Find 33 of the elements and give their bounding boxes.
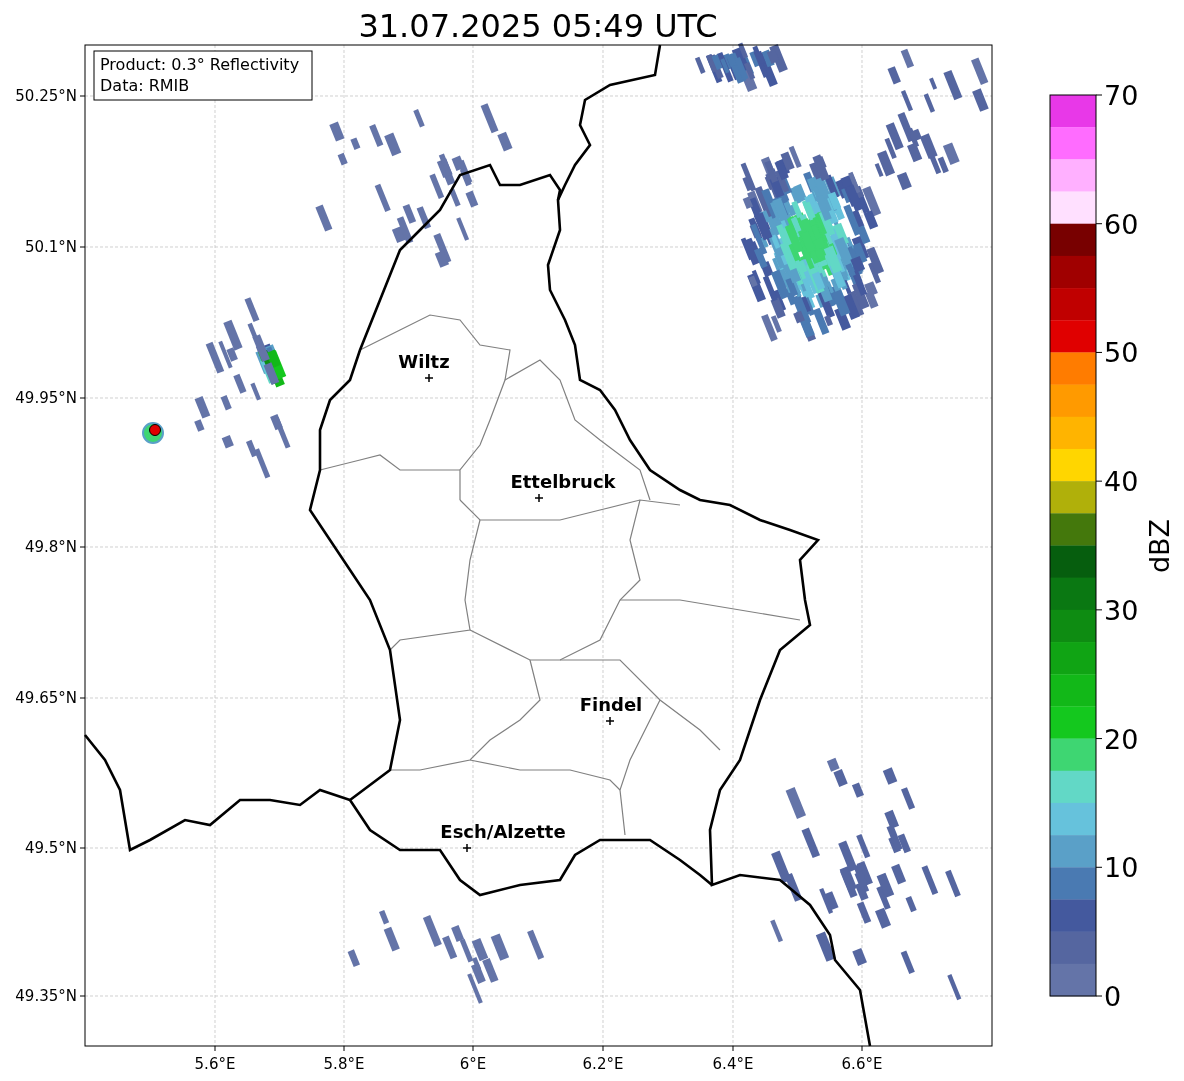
axis-tick-label: 49.35°N [15,987,77,1005]
city-label: Findel [579,694,643,715]
city-marker-icon [534,493,544,503]
colorbar-tick-label: 60 [1104,208,1139,240]
axis-tick-label: 49.95°N [15,389,77,407]
axis-tick-label: 5.6°E [194,1055,236,1073]
city-label: Wiltz [398,351,450,372]
colorbar-label: dBZ [1144,518,1175,574]
city-marker-icon [462,843,472,853]
city-marker-icon [605,716,615,726]
axis-tick-label: 6.6°E [841,1055,883,1073]
axis-tick-label: 49.65°N [15,689,77,707]
axis-tick-label: 6.2°E [582,1055,624,1073]
colorbar-tick-label: 50 [1104,337,1139,369]
axis-tick-label: 6°E [459,1055,487,1073]
axis-tick-label: 6.4°E [712,1055,754,1073]
city-label: Esch/Alzette [440,821,566,842]
city-label: Ettelbruck [510,471,616,492]
colorbar-tick-label: 40 [1104,466,1139,498]
legend-text: Product: 0.3° Reflectivity [100,55,300,74]
colorbar-tick-label: 70 [1104,80,1139,111]
colorbar-tick-label: 20 [1104,723,1139,755]
city-marker-icon [424,373,434,383]
colorbar-tick-label: 0 [1104,981,1122,1012]
plot-title: 31.07.2025 05:49 UTC [358,7,718,45]
axis-tick-label: 49.5°N [24,839,77,857]
axis-tick-label: 50.25°N [15,87,77,105]
colorbar-tick-label: 30 [1104,594,1139,626]
axis-tick-label: 49.8°N [24,538,77,556]
colorbar-tick-label: 10 [1104,852,1139,884]
axis-tick-label: 50.1°N [24,238,77,256]
axis-tick-label: 5.8°E [323,1055,365,1073]
legend-text: Data: RMIB [100,76,190,95]
